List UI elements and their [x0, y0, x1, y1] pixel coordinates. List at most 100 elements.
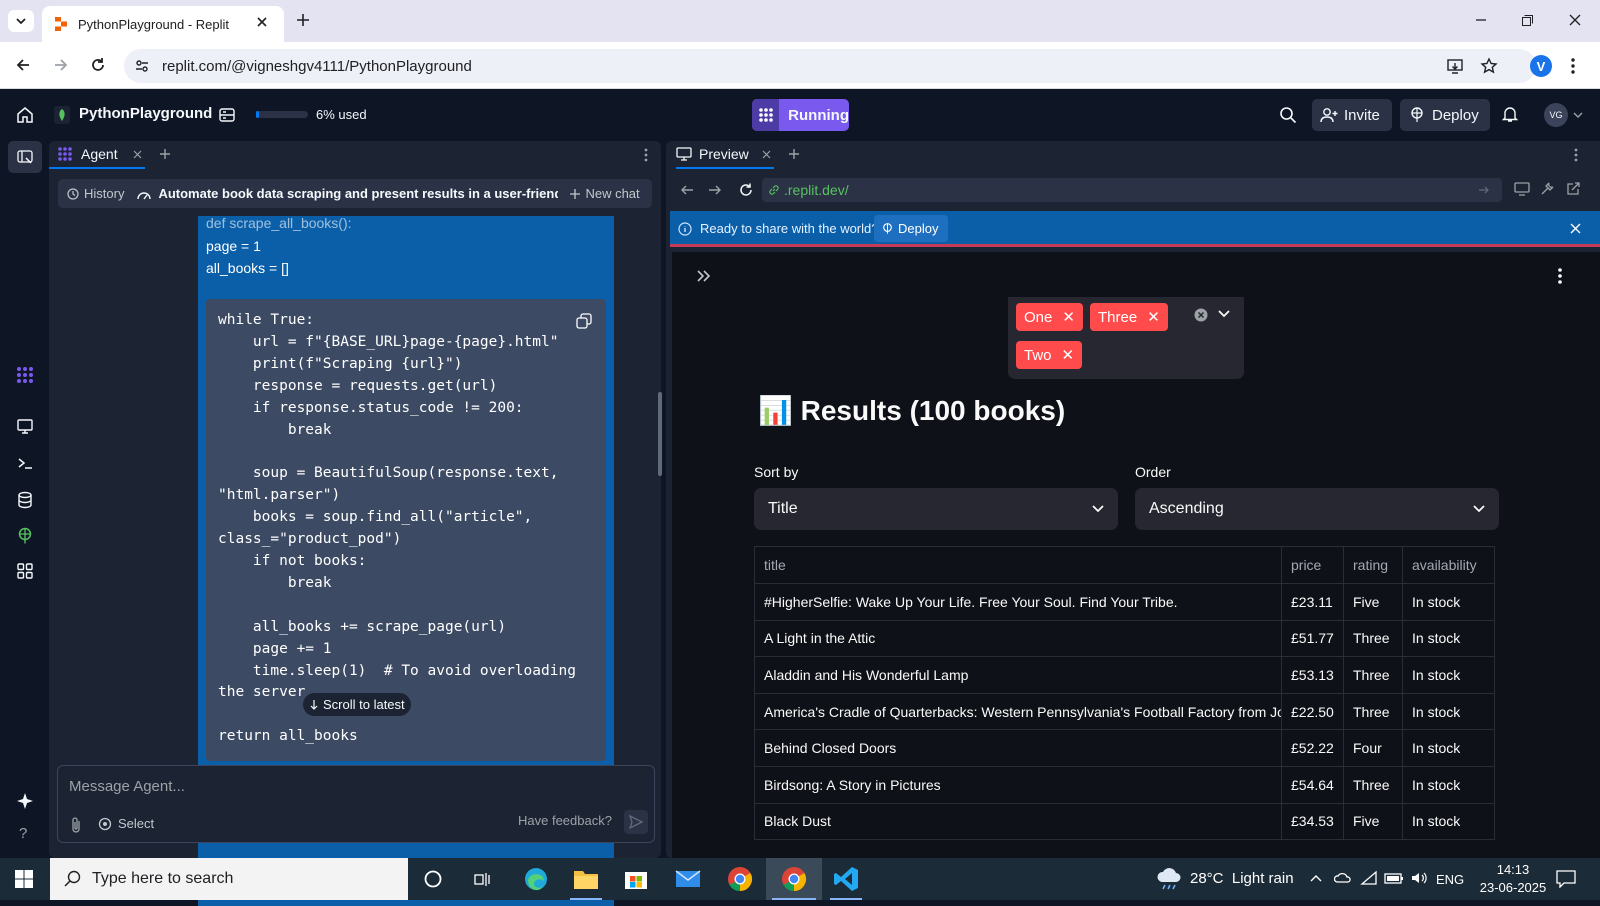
task-view-icon[interactable]	[474, 870, 492, 888]
microsoft-store-icon[interactable]	[612, 858, 660, 900]
all-tools-grid-icon[interactable]	[16, 562, 34, 580]
table-row[interactable]: Behind Closed Doors £52.22 Four In stock	[754, 729, 1495, 767]
bookmark-star-icon[interactable]	[1480, 57, 1498, 75]
new-chat-button[interactable]: New chat	[570, 186, 640, 201]
profile-avatar[interactable]: V	[1530, 55, 1552, 77]
avatar-chevron-down-icon[interactable]	[1573, 111, 1583, 119]
multiselect-chevron-down-icon[interactable]	[1218, 310, 1230, 318]
reload-icon[interactable]	[89, 56, 107, 74]
remove-tag-icon[interactable]: ✕	[1062, 346, 1075, 364]
vscode-icon[interactable]	[822, 858, 870, 900]
help-icon[interactable]: ?	[19, 825, 27, 842]
scroll-to-latest-button[interactable]: Scroll to latest	[303, 693, 411, 716]
column-header-price[interactable]: price	[1281, 546, 1344, 584]
ai-sparkle-icon[interactable]	[16, 792, 34, 810]
home-icon[interactable]	[16, 106, 34, 124]
close-banner-icon[interactable]	[1570, 223, 1581, 234]
onedrive-icon[interactable]	[1334, 870, 1352, 886]
minimize-icon[interactable]	[1474, 13, 1488, 27]
show-hidden-icons-chevron-icon[interactable]	[1310, 874, 1322, 882]
app-menu-icon[interactable]	[1558, 268, 1562, 284]
site-info-icon[interactable]	[134, 58, 150, 74]
chrome-icon[interactable]	[716, 858, 764, 900]
user-avatar[interactable]: VG	[1544, 103, 1568, 127]
battery-icon[interactable]	[1384, 871, 1404, 885]
edge-browser-icon[interactable]	[512, 858, 560, 900]
notifications-bell-icon[interactable]	[1502, 105, 1518, 123]
tab-agent[interactable]: Agent	[49, 141, 145, 169]
cortana-icon[interactable]	[424, 870, 442, 888]
open-new-window-icon[interactable]	[1566, 182, 1580, 196]
select-element-button[interactable]: Select	[98, 816, 154, 831]
shell-icon[interactable]	[16, 454, 34, 472]
notification-center-icon[interactable]	[1556, 870, 1576, 888]
column-header-title[interactable]: title	[754, 546, 1282, 584]
preview-menu-icon[interactable]	[1574, 148, 1578, 162]
chrome-profile-icon[interactable]	[766, 858, 822, 900]
new-tab-icon[interactable]	[296, 13, 310, 27]
tab-search-button[interactable]	[8, 10, 34, 32]
device-toggle-icon[interactable]	[1514, 182, 1530, 196]
agent-icon[interactable]	[16, 366, 34, 384]
close-window-icon[interactable]	[1568, 13, 1582, 27]
rating-multiselect[interactable]: One ✕ Three ✕ Two ✕	[1008, 297, 1244, 379]
close-preview-tab-icon[interactable]	[762, 150, 771, 159]
wifi-icon[interactable]	[1360, 870, 1378, 886]
back-icon[interactable]	[14, 56, 32, 74]
preview-forward-icon[interactable]	[708, 183, 722, 197]
close-tab-icon[interactable]	[256, 16, 268, 28]
preview-back-icon[interactable]	[680, 183, 694, 197]
browser-menu-icon[interactable]	[1570, 57, 1576, 75]
copy-code-icon[interactable]	[576, 313, 592, 329]
send-button[interactable]	[624, 810, 648, 834]
install-app-icon[interactable]	[1446, 57, 1464, 75]
history-button[interactable]: History	[67, 186, 124, 201]
weather-rain-icon[interactable]	[1156, 866, 1184, 890]
webview-icon[interactable]	[16, 417, 34, 435]
search-icon[interactable]	[1279, 106, 1297, 124]
language-indicator[interactable]: ENG	[1436, 872, 1464, 887]
mail-icon[interactable]	[664, 858, 712, 900]
clear-all-icon[interactable]	[1194, 308, 1208, 322]
browser-tab-active[interactable]: PythonPlayground - Replit	[42, 6, 284, 42]
clock[interactable]: 14:13 23-06-2025	[1478, 861, 1548, 897]
open-url-arrow-icon[interactable]	[1478, 184, 1490, 196]
volume-icon[interactable]	[1410, 870, 1428, 886]
table-row[interactable]: #HigherSelfie: Wake Up Your Life. Free Y…	[754, 583, 1495, 621]
remove-tag-icon[interactable]: ✕	[1062, 308, 1075, 326]
deploy-button[interactable]: Deploy	[1400, 99, 1490, 131]
chat-title[interactable]: Automate book data scraping and present …	[158, 186, 558, 201]
add-tab-icon[interactable]	[159, 148, 171, 160]
storage-icon[interactable]	[218, 106, 236, 124]
column-header-availability[interactable]: availability	[1402, 546, 1495, 584]
sort-by-select[interactable]: Title	[754, 488, 1118, 530]
results-table-wrapper[interactable]: title price rating availability #HigherS…	[754, 546, 1497, 858]
table-row[interactable]: A Light in the Attic £51.77 Three In stock	[754, 619, 1495, 658]
project-name[interactable]: PythonPlayground	[79, 105, 212, 122]
expand-sidebar-icon[interactable]	[696, 269, 712, 283]
weather-text[interactable]: 28°C Light rain	[1190, 870, 1294, 887]
invite-button[interactable]: Invite	[1312, 99, 1392, 131]
table-row[interactable]: Birdsong: A Story in Pictures £54.64 Three…	[754, 765, 1495, 804]
preview-url-bar[interactable]: .replit.dev/	[762, 178, 1502, 202]
attach-paperclip-icon[interactable]	[70, 817, 82, 833]
remove-tag-icon[interactable]: ✕	[1147, 308, 1160, 326]
windows-start-icon[interactable]	[15, 870, 33, 888]
table-row[interactable]: Aladdin and His Wonderful Lamp £53.13 Thre…	[754, 656, 1495, 694]
deployments-icon[interactable]	[16, 527, 34, 545]
feedback-link[interactable]: Have feedback?	[518, 813, 612, 828]
banner-deploy-button[interactable]: Deploy	[874, 215, 948, 242]
table-row[interactable]: America's Cradle of Quarterbacks: Wester…	[754, 692, 1495, 731]
close-agent-tab-icon[interactable]	[133, 150, 142, 159]
message-input-box[interactable]: Message Agent... Select Have feedback?	[57, 765, 655, 843]
panel-menu-icon[interactable]	[644, 148, 648, 162]
run-button[interactable]: Running	[752, 99, 849, 131]
add-preview-tab-icon[interactable]	[788, 148, 800, 160]
order-select[interactable]: Ascending	[1135, 488, 1499, 530]
table-row[interactable]: Black Dust £34.53 Five In stock	[754, 802, 1495, 841]
agent-scrollbar[interactable]	[658, 392, 662, 476]
url-bar[interactable]: replit.com/@vigneshgv4111/PythonPlaygrou…	[124, 49, 1536, 83]
preview-reload-icon[interactable]	[738, 182, 754, 198]
file-tree-toggle-icon[interactable]	[8, 141, 42, 173]
database-icon[interactable]	[16, 491, 34, 509]
